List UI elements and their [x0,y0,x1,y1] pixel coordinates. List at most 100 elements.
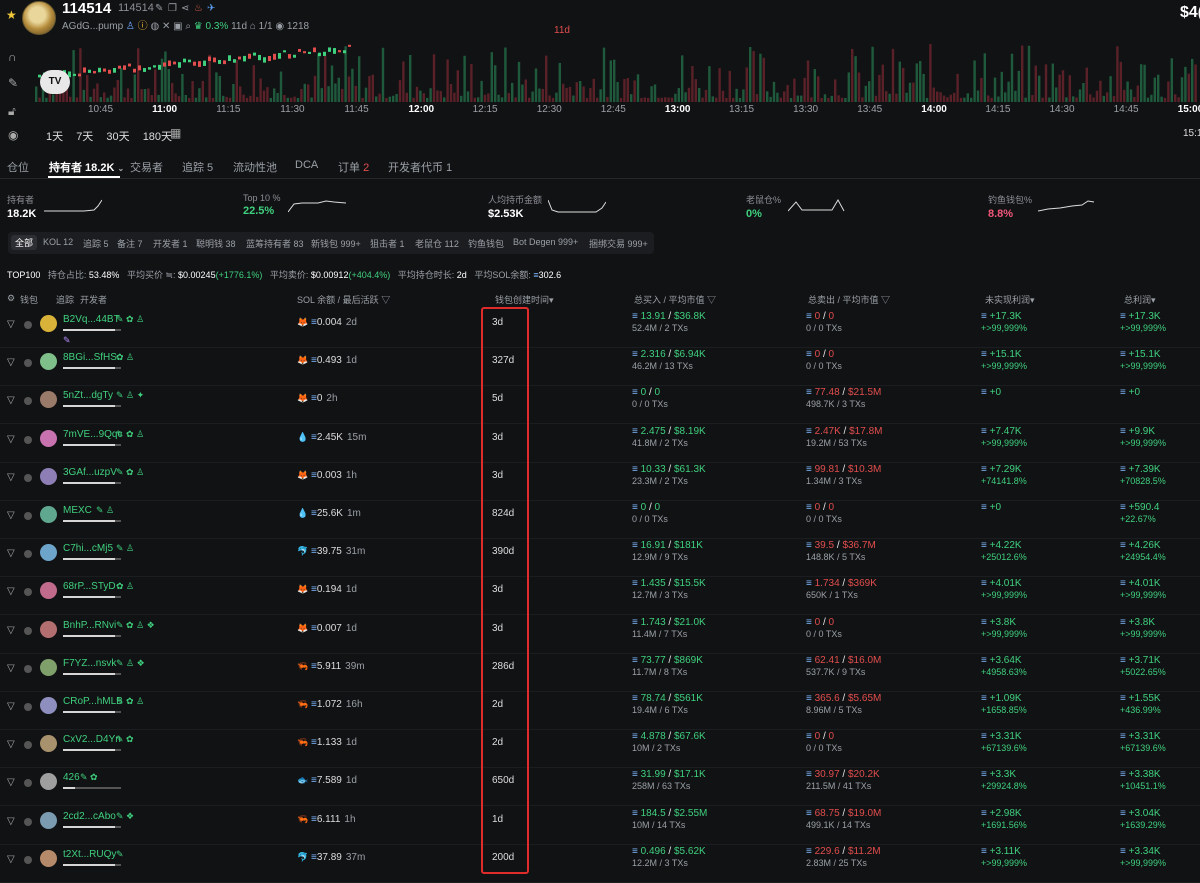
col-created[interactable]: 钱包创建时间▾ [495,293,554,306]
wallet-address[interactable]: F7YZ...nsvk [63,658,116,669]
magnet-icon[interactable]: ∩ [8,50,17,64]
status-icon[interactable] [24,703,32,711]
col-track[interactable]: 追踪 [56,293,74,306]
table-row[interactable]: ▽ BnhP...RNvi ✎ ✿ ♙ ❖ 🦊 ≡0.007 1d 3d ≡ 1.743 /… [0,615,1200,654]
tab-dev-tokens[interactable]: 开发者代币 1 [388,159,452,175]
filter-phishing[interactable]: 钓鱼钱包 [468,237,504,250]
filter-tracking[interactable]: 追踪 5 [83,237,109,250]
wallet-address[interactable]: BnhP...RNvi [63,620,116,631]
filter-kol[interactable]: KOL 12 [43,237,73,247]
tab-orders[interactable]: 订单 2 [338,159,369,175]
col-unrealized[interactable]: 未实现利润▾ [985,293,1035,306]
table-row[interactable]: ▽ 8BGi...SfHS ✿ ♙ 🦊 ≡0.493 1d 327d ≡ 2.316 / $… [0,347,1200,387]
status-icon[interactable] [24,626,32,635]
range-1d[interactable]: 1天 [46,131,63,143]
globe-icon[interactable]: ◍ [150,21,162,32]
wallet-address[interactable]: 5nZt...dgTy [63,390,113,401]
filter-icon[interactable]: ▽ [7,739,15,750]
status-icon[interactable] [24,779,32,788]
table-row[interactable]: ▽ MEXC ✎ ♙ 💧 ≡25.6K 1m 824d ≡ 0 / 00 / 0 TXs ≡ … [0,500,1200,539]
wallet-address[interactable]: C7hi...cMj5 [63,543,113,554]
filter-icon[interactable]: ▽ [7,854,15,865]
filter-icon[interactable]: ▽ [7,777,15,788]
calendar-icon[interactable]: ▦ [170,126,181,140]
tab-liquidity[interactable]: 流动性池 [233,159,277,175]
filter-icon[interactable]: ▽ [7,663,15,674]
filter-icon[interactable]: ▽ [881,295,890,305]
filter-rat[interactable]: 老鼠仓 112 [415,237,459,250]
copy-icon[interactable]: ❐ [168,3,177,14]
table-row[interactable]: ▽ 5nZt...dgTy ✎ ♙ ✦ 🦊 ≡0 2h 5d ≡ 0 / 00 / 0 TX… [0,385,1200,425]
status-icon[interactable] [24,512,32,520]
col-bought[interactable]: 总买入 / 平均市值 ▽ [634,293,716,306]
filter-bundle[interactable]: 捆绑交易 999+ [589,237,648,250]
range-180d[interactable]: 180天 [143,131,172,143]
pen-icon[interactable]: ✎ [63,335,71,346]
status-icon[interactable] [24,817,32,826]
settings-icon[interactable]: ⚙ [7,293,15,304]
star-icon[interactable]: ★ [6,8,17,22]
wallet-address[interactable]: 68rP...STyD [63,581,116,592]
filter-icon[interactable]: ▽ [7,701,15,712]
col-dev[interactable]: 开发者 [80,293,107,306]
wallet-address[interactable]: CxV2...D4Yn [63,734,121,745]
status-icon[interactable] [24,397,32,406]
table-row[interactable]: ▽ 3GAf...uzpV ✎ ✿ ♙ 🦊 ≡0.003 1h 3d ≡ 10.33 / $… [0,462,1200,501]
wallet-address[interactable]: 7mVE...9Qqc [63,429,122,440]
wallet-address[interactable]: CRoP...hMLB [63,696,123,707]
table-row[interactable]: ▽ C7hi...cMj5 ✎ ♙ 🐬 ≡39.75 31m 390d ≡ 16.91 / … [0,538,1200,578]
wallet-address[interactable]: 2cd2...cAbo [63,811,116,822]
photo-icon[interactable]: ▣ [173,21,185,32]
col-total[interactable]: 总利润▾ [1124,293,1156,306]
wallet-address[interactable]: MEXC [63,505,92,516]
range-30d[interactable]: 30天 [106,131,129,143]
filter-icon[interactable]: ▽ [7,816,15,827]
filter-notes[interactable]: 备注 7 [117,237,143,250]
filter-dev[interactable]: 开发者 1 [153,237,188,250]
col-sold[interactable]: 总卖出 / 平均市值 ▽ [808,293,890,306]
status-icon[interactable] [24,664,32,673]
info-icon[interactable]: ⓘ [138,21,151,32]
wallet-address[interactable]: 8BGi...SfHS [63,352,117,363]
tab-tracking[interactable]: 追踪 5 [182,159,213,175]
tab-holders[interactable]: 持有者 18.2K ⌄ [49,159,124,175]
share-icon[interactable]: ⋖ [181,3,189,14]
pencil-icon[interactable]: ✎ [8,76,18,90]
wallet-address[interactable]: t2Xt...RUQy [63,849,116,860]
tab-dca[interactable]: DCA [295,159,318,171]
tab-positions[interactable]: 仓位 [7,159,29,175]
contract-address[interactable]: AGdG...pump [62,21,123,32]
telegram-icon[interactable]: ✈ [207,3,215,14]
table-row[interactable]: ▽ CRoP...hMLB ✎ ✿ ♙ 🦐 ≡1.072 16h 2d ≡ 78.74 / … [0,691,1200,730]
tab-traders[interactable]: 交易者 [130,159,163,175]
table-row[interactable]: ▽ CxV2...D4Yn ✎ ✿ 🦐 ≡1.133 1d 2d ≡ 4.878 / $67… [0,729,1200,769]
status-icon[interactable] [24,435,32,444]
filter-sniper[interactable]: 狙击者 1 [370,237,405,250]
table-row[interactable]: ▽ 426 ✎ ✿ 🐟 ≡7.589 1d 650d ≡ 31.99 / $17.1K 258… [0,767,1200,807]
lock-icon[interactable]: 🔓︎ [8,104,16,119]
table-row[interactable]: ▽ B2Vq...44BT ✎ ✿ ♙ ✎ 🦊 ≡0.004 2d 3d ≡ 13.91 / … [0,309,1200,348]
filter-icon[interactable]: ▽ [707,295,716,305]
filter-icon[interactable]: ▽ [7,319,15,330]
filter-icon[interactable]: ▽ [7,395,15,406]
filter-new-wallet[interactable]: 新钱包 999+ [311,237,361,250]
status-icon[interactable] [24,473,32,482]
table-row[interactable]: ▽ 68rP...STyD ✿ ♙ 🦊 ≡0.194 1d 3d ≡ 1.435 / $15… [0,576,1200,616]
status-icon[interactable] [24,321,32,329]
status-icon[interactable] [24,855,32,864]
table-row[interactable]: ▽ 2cd2...cAbo ✎ ❖ 🦐 ≡6.111 1h 1d ≡ 184.5 / $2.… [0,806,1200,845]
filter-icon[interactable]: ▽ [381,295,390,305]
search-icon[interactable]: ⌕ [185,21,193,32]
wallet-address[interactable]: 3GAf...uzpV [63,467,117,478]
filter-icon[interactable]: ▽ [7,357,15,368]
filter-smart-money[interactable]: 聪明钱 38 [196,237,236,250]
table-row[interactable]: ▽ 7mVE...9Qqc ✎ ✿ ♙ 💧 ≡2.45K 15m 3d ≡ 2.475 / … [0,424,1200,463]
filter-bluechip[interactable]: 蓝筹持有者 83 [246,237,304,250]
col-wallet[interactable]: 钱包 [20,293,38,306]
filter-bot-degen[interactable]: Bot Degen 999+ [513,237,578,247]
status-icon[interactable] [24,359,32,368]
status-icon[interactable] [24,550,32,559]
filter-icon[interactable]: ▽ [7,625,15,636]
filter-icon[interactable]: ▽ [7,510,15,521]
filter-icon[interactable]: ▽ [7,586,15,597]
